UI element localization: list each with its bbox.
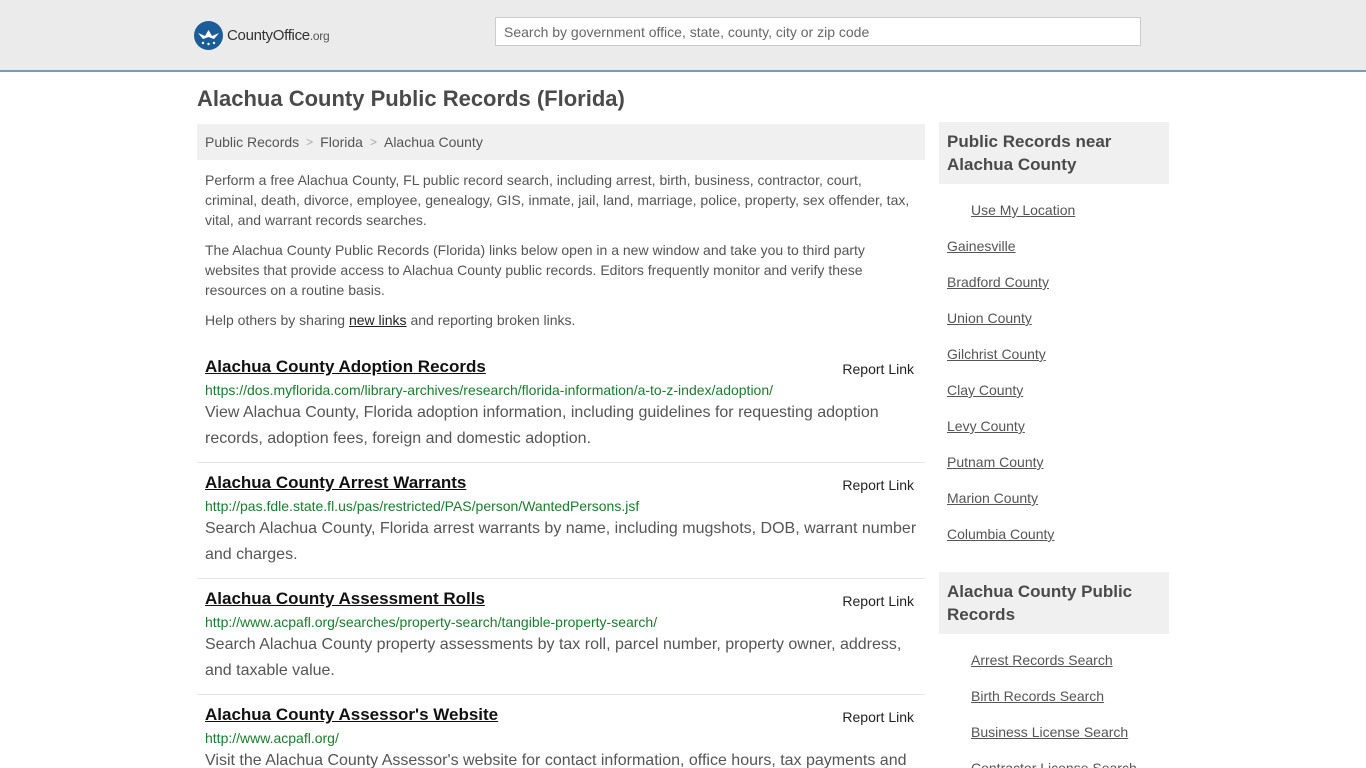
nearby-link-marion-county[interactable]: Marion County (947, 490, 1038, 506)
list-item: Columbia County (947, 516, 1161, 552)
nearby-link-putnam-county[interactable]: Putnam County (947, 454, 1044, 470)
county-records-list: Arrest Records Search Birth Records Sear… (939, 634, 1169, 768)
intro-paragraph: The Alachua County Public Records (Flori… (205, 242, 865, 298)
nearby-records-heading: Public Records near Alachua County (939, 122, 1169, 184)
report-link-button[interactable]: Report Link (842, 361, 914, 377)
record-url-link[interactable]: http://pas.fdle.state.fl.us/pas/restrict… (205, 498, 917, 514)
list-item: Gilchrist County (947, 336, 1161, 372)
intro-paragraph: Perform a free Alachua County, FL public… (205, 172, 910, 228)
nearby-list: Use My Location Gainesville Bradford Cou… (939, 184, 1169, 562)
record-url-link[interactable]: http://www.acpafl.org/searches/property-… (205, 614, 917, 630)
list-item: Contractor License Search (947, 750, 1161, 768)
breadcrumb-separator-icon: > (369, 135, 377, 149)
list-item: Union County (947, 300, 1161, 336)
record-description: Search Alachua County, Florida arrest wa… (205, 520, 917, 563)
arrest-records-search-link[interactable]: Arrest Records Search (971, 652, 1113, 668)
list-item: Use My Location (947, 192, 1161, 228)
breadcrumb: Public Records > Florida > Alachua Count… (197, 124, 925, 160)
new-links-link[interactable]: new links (349, 312, 407, 328)
breadcrumb-public-records[interactable]: Public Records (205, 134, 299, 150)
site-logo[interactable]: CountyOffice.org (194, 20, 330, 50)
nearby-link-bradford-county[interactable]: Bradford County (947, 274, 1049, 290)
report-link-button[interactable]: Report Link (842, 593, 914, 609)
nearby-link-union-county[interactable]: Union County (947, 310, 1032, 326)
eagle-seal-icon (194, 20, 223, 50)
sidebar: Public Records near Alachua County Use M… (939, 122, 1169, 768)
birth-records-search-link[interactable]: Birth Records Search (971, 688, 1104, 704)
record-item: Alachua County Arrest Warrants Report Li… (197, 463, 925, 579)
page-title: Alachua County Public Records (Florida) (197, 86, 625, 111)
records-list: Alachua County Adoption Records Report L… (197, 349, 925, 768)
record-item: Alachua County Assessor's Website Report… (197, 695, 925, 768)
use-my-location-link[interactable]: Use My Location (971, 202, 1075, 218)
list-item: Putnam County (947, 444, 1161, 480)
nearby-link-clay-county[interactable]: Clay County (947, 382, 1023, 398)
record-description: Visit the Alachua County Assessor's webs… (205, 752, 907, 768)
record-title-link[interactable]: Alachua County Assessor's Website (205, 705, 498, 725)
list-item: Business License Search (947, 714, 1161, 750)
record-title-link[interactable]: Alachua County Adoption Records (205, 357, 486, 377)
breadcrumb-florida[interactable]: Florida (320, 134, 363, 150)
breadcrumb-separator-icon: > (306, 135, 314, 149)
contractor-license-search-link[interactable]: Contractor License Search (971, 760, 1137, 768)
record-url-link[interactable]: https://dos.myflorida.com/library-archiv… (205, 382, 917, 398)
nearby-link-gilchrist-county[interactable]: Gilchrist County (947, 346, 1046, 362)
breadcrumb-alachua-county[interactable]: Alachua County (384, 134, 483, 150)
intro-text-segment: Help others by sharing (205, 312, 349, 328)
list-item: Levy County (947, 408, 1161, 444)
site-header: CountyOffice.org (0, 0, 1366, 72)
county-records-heading: Alachua County Public Records (939, 572, 1169, 634)
record-title-link[interactable]: Alachua County Assessment Rolls (205, 589, 485, 609)
record-url-link[interactable]: http://www.acpafl.org/ (205, 730, 917, 746)
list-item: Marion County (947, 480, 1161, 516)
business-license-search-link[interactable]: Business License Search (971, 724, 1128, 740)
record-description: Search Alachua County property assessmen… (205, 636, 902, 679)
record-item: Alachua County Assessment Rolls Report L… (197, 579, 925, 695)
list-item: Gainesville (947, 228, 1161, 264)
search-input[interactable] (495, 17, 1141, 46)
intro-text-segment: and reporting broken links. (406, 312, 576, 328)
nearby-link-columbia-county[interactable]: Columbia County (947, 526, 1054, 542)
intro-text: Perform a free Alachua County, FL public… (197, 170, 925, 330)
nearby-link-levy-county[interactable]: Levy County (947, 418, 1025, 434)
nearby-link-gainesville[interactable]: Gainesville (947, 238, 1015, 254)
report-link-button[interactable]: Report Link (842, 477, 914, 493)
county-records-box: Alachua County Public Records Arrest Rec… (939, 572, 1169, 768)
list-item: Arrest Records Search (947, 642, 1161, 678)
list-item: Clay County (947, 372, 1161, 408)
record-description: View Alachua County, Florida adoption in… (205, 404, 879, 447)
record-item: Alachua County Adoption Records Report L… (197, 349, 925, 463)
main-content: Public Records > Florida > Alachua Count… (197, 124, 925, 768)
list-item: Bradford County (947, 264, 1161, 300)
logo-text: CountyOffice.org (227, 26, 330, 44)
list-item: Birth Records Search (947, 678, 1161, 714)
record-title-link[interactable]: Alachua County Arrest Warrants (205, 473, 466, 493)
intro-paragraph: Help others by sharing new links and rep… (205, 310, 917, 330)
report-link-button[interactable]: Report Link (842, 709, 914, 725)
